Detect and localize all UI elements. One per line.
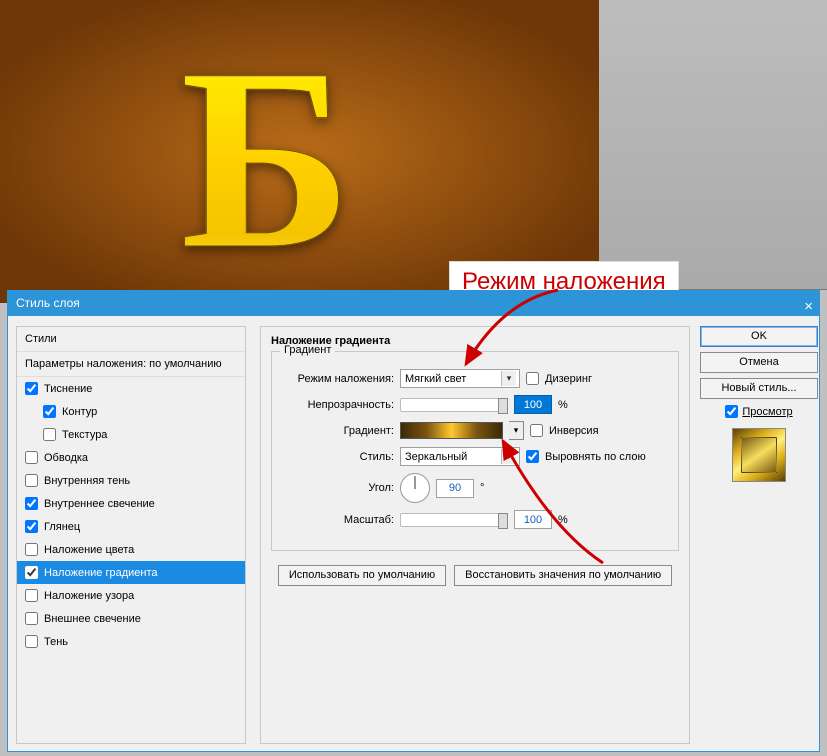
style-item-9[interactable]: Наложение узора [17, 584, 245, 607]
style-label: Стиль: [282, 451, 394, 463]
styles-header[interactable]: Стили [17, 327, 245, 352]
layer-style-dialog: Стиль слоя Стили Параметры наложения: по… [7, 290, 820, 752]
style-checkbox[interactable] [25, 474, 38, 487]
style-checkbox[interactable] [25, 589, 38, 602]
angle-unit: ° [480, 482, 484, 494]
style-item-label: Внутренняя тень [44, 475, 130, 487]
style-item-4[interactable]: Внутренняя тень [17, 469, 245, 492]
blend-options-header[interactable]: Параметры наложения: по умолчанию [17, 352, 245, 377]
style-item-label: Наложение узора [44, 590, 134, 602]
style-item-label: Контур [62, 406, 97, 418]
styles-list-panel: Стили Параметры наложения: по умолчанию … [16, 326, 246, 744]
style-checkbox[interactable] [43, 428, 56, 441]
invert-label: Инверсия [549, 425, 599, 437]
dither-label: Дизеринг [545, 373, 592, 385]
opacity-unit: % [558, 399, 568, 411]
style-item-8[interactable]: Наложение градиента [17, 561, 245, 584]
style-item-1[interactable]: Контур [17, 400, 245, 423]
style-item-label: Внешнее свечение [44, 613, 141, 625]
blend-mode-label: Режим наложения: [282, 373, 394, 385]
scale-slider[interactable] [400, 513, 508, 527]
style-checkbox[interactable] [25, 382, 38, 395]
gradient-dropdown-icon[interactable]: ▾ [509, 421, 524, 440]
cancel-button[interactable]: Отмена [700, 352, 818, 373]
gradient-overlay-panel: Наложение градиента Градиент Режим налож… [260, 326, 690, 744]
close-icon[interactable]: × [804, 298, 813, 315]
make-default-button[interactable]: Использовать по умолчанию [278, 565, 446, 586]
style-checkbox[interactable] [43, 405, 56, 418]
style-item-label: Наложение градиента [44, 567, 158, 579]
opacity-input[interactable] [514, 395, 552, 414]
scale-unit: % [558, 514, 568, 526]
scale-input[interactable] [514, 510, 552, 529]
invert-checkbox[interactable] [530, 424, 543, 437]
gradient-label: Градиент: [282, 425, 394, 437]
style-checkbox[interactable] [25, 566, 38, 579]
style-item-3[interactable]: Обводка [17, 446, 245, 469]
opacity-slider[interactable] [400, 398, 508, 412]
align-checkbox[interactable] [526, 450, 539, 463]
dialog-title: Стиль слоя [8, 291, 819, 316]
style-item-0[interactable]: Тиснение [17, 377, 245, 400]
style-item-2[interactable]: Текстура [17, 423, 245, 446]
style-select[interactable] [400, 447, 520, 466]
style-item-label: Внутреннее свечение [44, 498, 155, 510]
style-item-5[interactable]: Внутреннее свечение [17, 492, 245, 515]
new-style-button[interactable]: Новый стиль... [700, 378, 818, 399]
preview-checkbox[interactable] [725, 405, 738, 418]
preview-label: Просмотр [742, 406, 792, 418]
style-checkbox[interactable] [25, 451, 38, 464]
align-label: Выровнять по слою [545, 451, 646, 463]
style-item-label: Обводка [44, 452, 88, 464]
reset-default-button[interactable]: Восстановить значения по умолчанию [454, 565, 672, 586]
ok-button[interactable]: OK [700, 326, 818, 347]
canvas-letter: Б [180, 10, 352, 309]
angle-input[interactable] [436, 479, 474, 498]
style-item-6[interactable]: Глянец [17, 515, 245, 538]
style-item-label: Тень [44, 636, 68, 648]
group-label: Градиент [280, 344, 335, 356]
style-checkbox[interactable] [25, 612, 38, 625]
style-item-label: Тиснение [44, 383, 92, 395]
style-item-11[interactable]: Тень [17, 630, 245, 653]
style-checkbox[interactable] [25, 543, 38, 556]
style-item-10[interactable]: Внешнее свечение [17, 607, 245, 630]
scale-label: Масштаб: [282, 514, 394, 526]
style-checkbox[interactable] [25, 497, 38, 510]
style-item-label: Глянец [44, 521, 80, 533]
gradient-swatch[interactable] [400, 422, 503, 439]
angle-label: Угол: [282, 482, 394, 494]
preview-swatch [732, 428, 786, 482]
style-item-label: Текстура [62, 429, 107, 441]
style-checkbox[interactable] [25, 520, 38, 533]
style-item-label: Наложение цвета [44, 544, 134, 556]
canvas-neutral-area [599, 0, 827, 290]
style-checkbox[interactable] [25, 635, 38, 648]
dither-checkbox[interactable] [526, 372, 539, 385]
right-button-panel: OK Отмена Новый стиль... Просмотр [700, 326, 818, 482]
angle-dial[interactable] [400, 473, 430, 503]
style-item-7[interactable]: Наложение цвета [17, 538, 245, 561]
opacity-label: Непрозрачность: [282, 399, 394, 411]
blend-mode-select[interactable] [400, 369, 520, 388]
